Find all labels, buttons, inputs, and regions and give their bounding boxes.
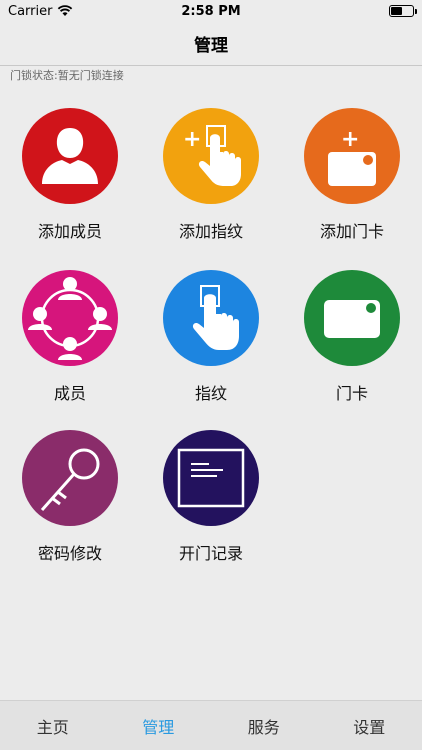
tile-label: 成员 <box>53 384 86 403</box>
wifi-icon <box>58 5 73 16</box>
nav-bar: 管理 <box>0 22 422 66</box>
lock-status-text: 门锁状态:暂无门锁连接 <box>10 69 124 82</box>
tile-label: 添加门卡 <box>319 222 384 241</box>
svg-text:+: + <box>183 127 201 152</box>
fingerprint-icon <box>163 270 259 366</box>
tile-label: 开门记录 <box>178 544 243 563</box>
tile-unlock-records[interactable]: 开门记录 <box>141 430 281 580</box>
status-bar: Carrier 2:58 PM <box>0 0 422 22</box>
tile-add-fingerprint[interactable]: + 添加指纹 <box>141 108 281 258</box>
tile-add-card[interactable]: + 添加门卡 <box>282 108 422 258</box>
card-icon <box>304 270 400 366</box>
page-title: 管理 <box>194 36 228 56</box>
tile-change-password[interactable]: 密码修改 <box>0 430 140 580</box>
tab-settings[interactable]: 设置 <box>317 701 422 750</box>
status-left: Carrier <box>8 4 73 19</box>
tile-label: 添加成员 <box>37 222 102 241</box>
tile-card[interactable]: 门卡 <box>282 270 422 420</box>
tab-manage[interactable]: 管理 <box>106 701 212 750</box>
tile-members[interactable]: 成员 <box>0 270 140 420</box>
add-fingerprint-icon: + <box>163 108 259 204</box>
tile-label: 指纹 <box>194 384 227 403</box>
add-member-icon <box>22 108 118 204</box>
carrier-label: Carrier <box>8 3 53 19</box>
tile-add-member[interactable]: 添加成员 <box>0 108 140 258</box>
tile-fingerprint[interactable]: 指纹 <box>141 270 281 420</box>
record-icon <box>163 430 259 526</box>
tile-label: 添加指纹 <box>178 222 243 241</box>
battery-icon <box>389 5 417 17</box>
tile-label: 密码修改 <box>37 544 102 563</box>
tile-label: 门卡 <box>335 384 368 403</box>
key-icon <box>22 430 118 526</box>
tab-home[interactable]: 主页 <box>0 701 106 750</box>
add-card-icon: + <box>304 108 400 204</box>
members-icon <box>22 270 118 366</box>
svg-text:+: + <box>341 127 359 152</box>
tab-service[interactable]: 服务 <box>211 701 317 750</box>
tab-bar: 主页 管理 服务 设置 <box>0 700 422 750</box>
